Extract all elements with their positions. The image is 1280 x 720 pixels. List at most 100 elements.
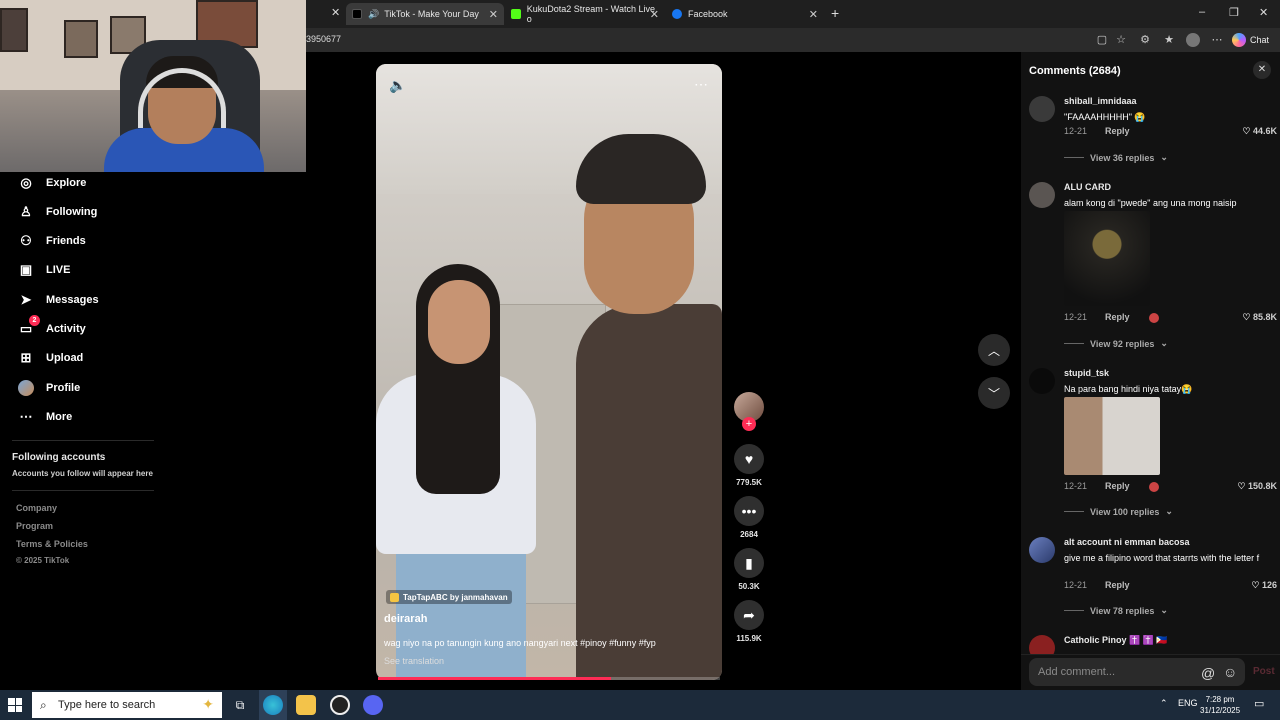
share-arrow-icon[interactable]: ➦ [734, 600, 764, 630]
tab-facebook[interactable]: Facebook ✕ [666, 3, 824, 25]
profile-avatar-icon[interactable] [1186, 33, 1200, 47]
share-action[interactable]: ➦ 115.9K [734, 600, 764, 643]
view-replies-button[interactable]: View 100 replies ⌄ [1064, 506, 1173, 517]
comment-meta: 12-21 Reply [1064, 126, 1130, 136]
comment-bubble-icon[interactable]: ••• [734, 496, 764, 526]
commenter-avatar[interactable] [1029, 537, 1055, 563]
footer-terms-link[interactable]: Terms & Policies [16, 539, 88, 549]
commenter-name[interactable]: stupid_tsk [1064, 368, 1109, 378]
footer-company-link[interactable]: Company [16, 503, 57, 513]
taskbar-clock[interactable]: 7:28 pm 31/12/2025 [1200, 694, 1240, 716]
more-options-icon[interactable]: ⋯ [694, 76, 708, 93]
close-tab-icon[interactable]: ✕ [650, 8, 659, 21]
extensions-icon[interactable]: ⚙ [1138, 33, 1152, 47]
see-translation-link[interactable]: See translation [384, 656, 444, 666]
mention-at-icon[interactable]: @ [1201, 665, 1215, 681]
sidebar-item-live[interactable]: ▣ LIVE [18, 260, 71, 280]
comment-like-count: 150.8K [1247, 481, 1277, 491]
sidebar-divider [12, 490, 154, 491]
view-replies-button[interactable]: View 36 replies ⌄ [1064, 152, 1168, 163]
comment-like[interactable]: ♡ 85.8K [1242, 312, 1277, 323]
chevron-down-icon: ⌄ [1160, 338, 1168, 348]
video-source-tag[interactable]: TapTapABC by janmahavan [386, 590, 512, 604]
sidebar-item-profile[interactable]: Profile [18, 378, 80, 398]
following-accounts-subtitle: Accounts you follow will appear here [12, 469, 153, 478]
tray-chevron-icon[interactable]: ⌃ [1160, 698, 1168, 709]
footer-program-link[interactable]: Program [16, 521, 53, 531]
split-screen-icon[interactable]: ▢ [1095, 33, 1109, 47]
close-tab-icon[interactable]: ✕ [331, 6, 340, 19]
speaker-icon[interactable]: 🔊 [368, 9, 379, 20]
commenter-name[interactable]: shiball_imnidaaa [1064, 96, 1137, 106]
bookmark-icon[interactable]: ▮ [734, 548, 764, 578]
comment-like[interactable]: ♡ 126 [1251, 580, 1277, 591]
commenter-name[interactable]: Catholic Pinoy ✝️ ✝️ 🇵🇭 [1064, 635, 1168, 646]
favorite-star-icon[interactable]: ☆ [1114, 33, 1128, 47]
new-tab-plus-icon[interactable]: + [831, 5, 839, 21]
previous-video-button[interactable]: ︿ [978, 334, 1010, 366]
task-view-icon[interactable]: ⧉ [230, 695, 250, 715]
tab-kukudota[interactable]: KukuDota2 Stream - Watch Live o ✕ [505, 3, 665, 25]
close-tab-icon[interactable]: ✕ [489, 8, 498, 21]
minimize-icon[interactable]: – [1199, 6, 1205, 18]
sidebar-item-activity[interactable]: ▭ 2 Activity [18, 315, 86, 339]
commenter-avatar[interactable] [1029, 368, 1055, 394]
sidebar-item-label: Activity [46, 323, 86, 335]
window-close-icon[interactable]: ✕ [1259, 6, 1268, 19]
emoji-icon[interactable]: ☺ [1223, 664, 1237, 680]
more-menu-icon[interactable]: ⋯ [1210, 33, 1224, 47]
reply-button[interactable]: Reply [1105, 481, 1130, 491]
comment-image[interactable] [1064, 211, 1150, 306]
view-replies-button[interactable]: View 92 replies ⌄ [1064, 338, 1168, 349]
like-action[interactable]: ♥ 779.5K [734, 444, 764, 487]
reply-button[interactable]: Reply [1105, 126, 1130, 136]
close-comments-icon[interactable]: ✕ [1253, 61, 1271, 79]
sidebar-item-label: Friends [46, 235, 86, 247]
commenter-avatar[interactable] [1029, 182, 1055, 208]
heart-icon[interactable]: ♥ [734, 444, 764, 474]
next-video-button[interactable]: ﹀ [978, 377, 1010, 409]
taskbar-search[interactable]: ⌕ Type here to search ✦ [32, 692, 222, 718]
sidebar-item-friends[interactable]: ⚇ Friends [18, 231, 86, 251]
comment-action[interactable]: ••• 2684 [734, 496, 764, 539]
url-text[interactable]: 3950677 [306, 34, 341, 44]
people-icon: ⚇ [20, 233, 32, 248]
sidebar-item-following[interactable]: ♙ Following [18, 202, 97, 222]
edge-icon[interactable] [263, 695, 283, 715]
save-action[interactable]: ▮ 50.3K [734, 548, 764, 591]
comment-image[interactable] [1064, 397, 1160, 475]
sidebar-item-more[interactable]: ⋯ More [18, 407, 73, 427]
reply-button[interactable]: Reply [1105, 580, 1130, 590]
profile-avatar-icon [18, 380, 34, 396]
post-comment-button[interactable]: Post [1253, 666, 1275, 677]
restore-icon[interactable]: ❐ [1229, 6, 1239, 19]
discord-icon[interactable] [363, 695, 383, 715]
heart-outline-icon: ♡ [1242, 126, 1253, 136]
follow-plus-icon[interactable]: + [742, 417, 756, 431]
video-author[interactable]: deirarah [384, 613, 427, 625]
volume-icon[interactable]: 🔈 [389, 77, 406, 94]
close-tab-icon[interactable]: ✕ [809, 8, 818, 21]
language-indicator[interactable]: ENG [1178, 698, 1198, 708]
favorites-icon[interactable]: ★ [1162, 33, 1176, 47]
commenter-name[interactable]: ALU CARD [1064, 182, 1111, 192]
file-explorer-icon[interactable] [296, 695, 316, 715]
tab-tiktok[interactable]: 🔊 TikTok - Make Your Day ✕ [346, 3, 504, 25]
sidebar-item-messages[interactable]: ➤ Messages [18, 290, 99, 310]
view-replies-button[interactable]: View 78 replies ⌄ [1064, 605, 1168, 616]
reply-button[interactable]: Reply [1105, 312, 1130, 322]
copilot-chat-button[interactable]: Chat [1232, 31, 1269, 49]
comment-like[interactable]: ♡ 44.6K [1242, 126, 1277, 137]
video-player[interactable]: 🔈 ⋯ [376, 64, 722, 680]
windows-start-icon[interactable] [8, 698, 22, 712]
obs-icon[interactable] [330, 695, 350, 715]
comment-like[interactable]: ♡ 150.8K [1237, 481, 1277, 492]
plus-square-icon: ⊞ [20, 350, 32, 365]
sidebar-item-upload[interactable]: ⊞ Upload [18, 348, 84, 368]
commenter-avatar[interactable] [1029, 96, 1055, 122]
notification-icon[interactable]: ▭ [1254, 697, 1264, 710]
commenter-name[interactable]: alt account ni emman bacosa [1064, 537, 1190, 547]
sidebar-item-explore[interactable]: ◎ Explore [18, 173, 86, 193]
comments-title: Comments (2684) [1029, 65, 1121, 77]
video-progress-bar[interactable] [378, 677, 720, 680]
